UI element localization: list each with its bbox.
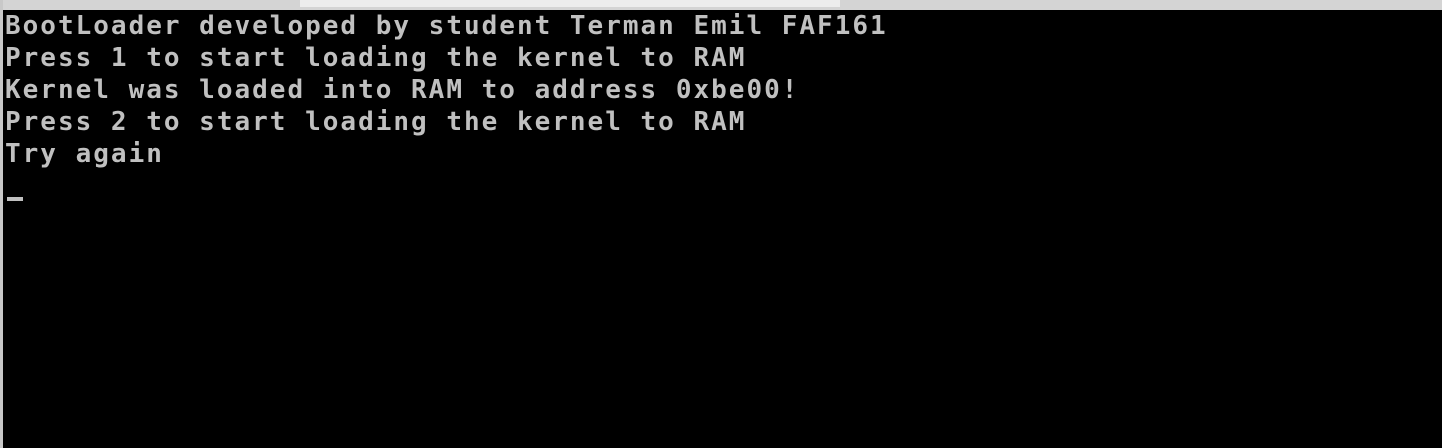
console-line-try-again: Try again bbox=[5, 139, 164, 169]
text-cursor bbox=[7, 197, 23, 201]
title-tab bbox=[300, 0, 840, 7]
window-title-strip bbox=[0, 0, 1442, 10]
terminal-screen[interactable]: BootLoader developed by student Terman E… bbox=[3, 10, 1442, 448]
console-line-prompt-2: Press 2 to start loading the kernel to R… bbox=[5, 107, 747, 137]
vm-console-window: BootLoader developed by student Terman E… bbox=[0, 0, 1442, 448]
console-line-kernel-loaded: Kernel was loaded into RAM to address 0x… bbox=[5, 75, 800, 105]
console-line-prompt-1: Press 1 to start loading the kernel to R… bbox=[5, 43, 747, 73]
console-line-title: BootLoader developed by student Terman E… bbox=[5, 11, 888, 41]
